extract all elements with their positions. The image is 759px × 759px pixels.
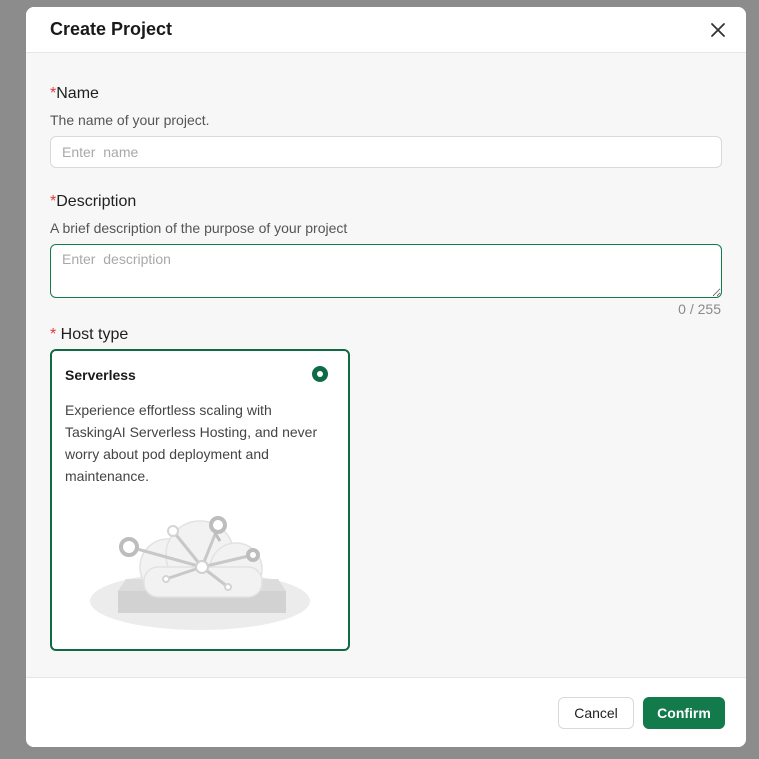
host-type-label-text: Host type bbox=[56, 326, 129, 343]
description-char-counter: 0 / 255 bbox=[678, 301, 721, 317]
description-label: *Description bbox=[50, 193, 136, 211]
close-icon bbox=[711, 23, 725, 37]
description-hint: A brief description of the purpose of yo… bbox=[50, 220, 348, 236]
host-option-description: Experience effortless scaling with Taski… bbox=[65, 402, 318, 484]
create-project-dialog: Create Project *Name The name of your pr… bbox=[26, 7, 746, 747]
radio-selected-icon[interactable] bbox=[312, 366, 328, 382]
name-hint: The name of your project. bbox=[50, 112, 210, 128]
description-label-text: Description bbox=[56, 193, 137, 210]
host-option-serverless[interactable]: Serverless Experience effortless scaling… bbox=[50, 349, 350, 651]
serverless-cloud-illustration bbox=[90, 516, 310, 630]
confirm-button[interactable]: Confirm bbox=[643, 697, 725, 729]
cancel-button[interactable]: Cancel bbox=[558, 697, 634, 729]
host-type-label: * Host type bbox=[50, 326, 128, 344]
dialog-body: *Name The name of your project. *Descrip… bbox=[26, 53, 746, 677]
name-input[interactable] bbox=[50, 136, 722, 168]
name-label-text: Name bbox=[56, 85, 99, 102]
host-option-title: Serverless bbox=[65, 367, 136, 383]
description-textarea[interactable] bbox=[50, 244, 722, 298]
dialog-title: Create Project bbox=[50, 19, 173, 39]
dialog-footer: Cancel Confirm bbox=[26, 677, 746, 747]
name-label: *Name bbox=[50, 85, 99, 103]
dialog-header: Create Project bbox=[26, 7, 746, 53]
close-button[interactable] bbox=[708, 20, 728, 40]
